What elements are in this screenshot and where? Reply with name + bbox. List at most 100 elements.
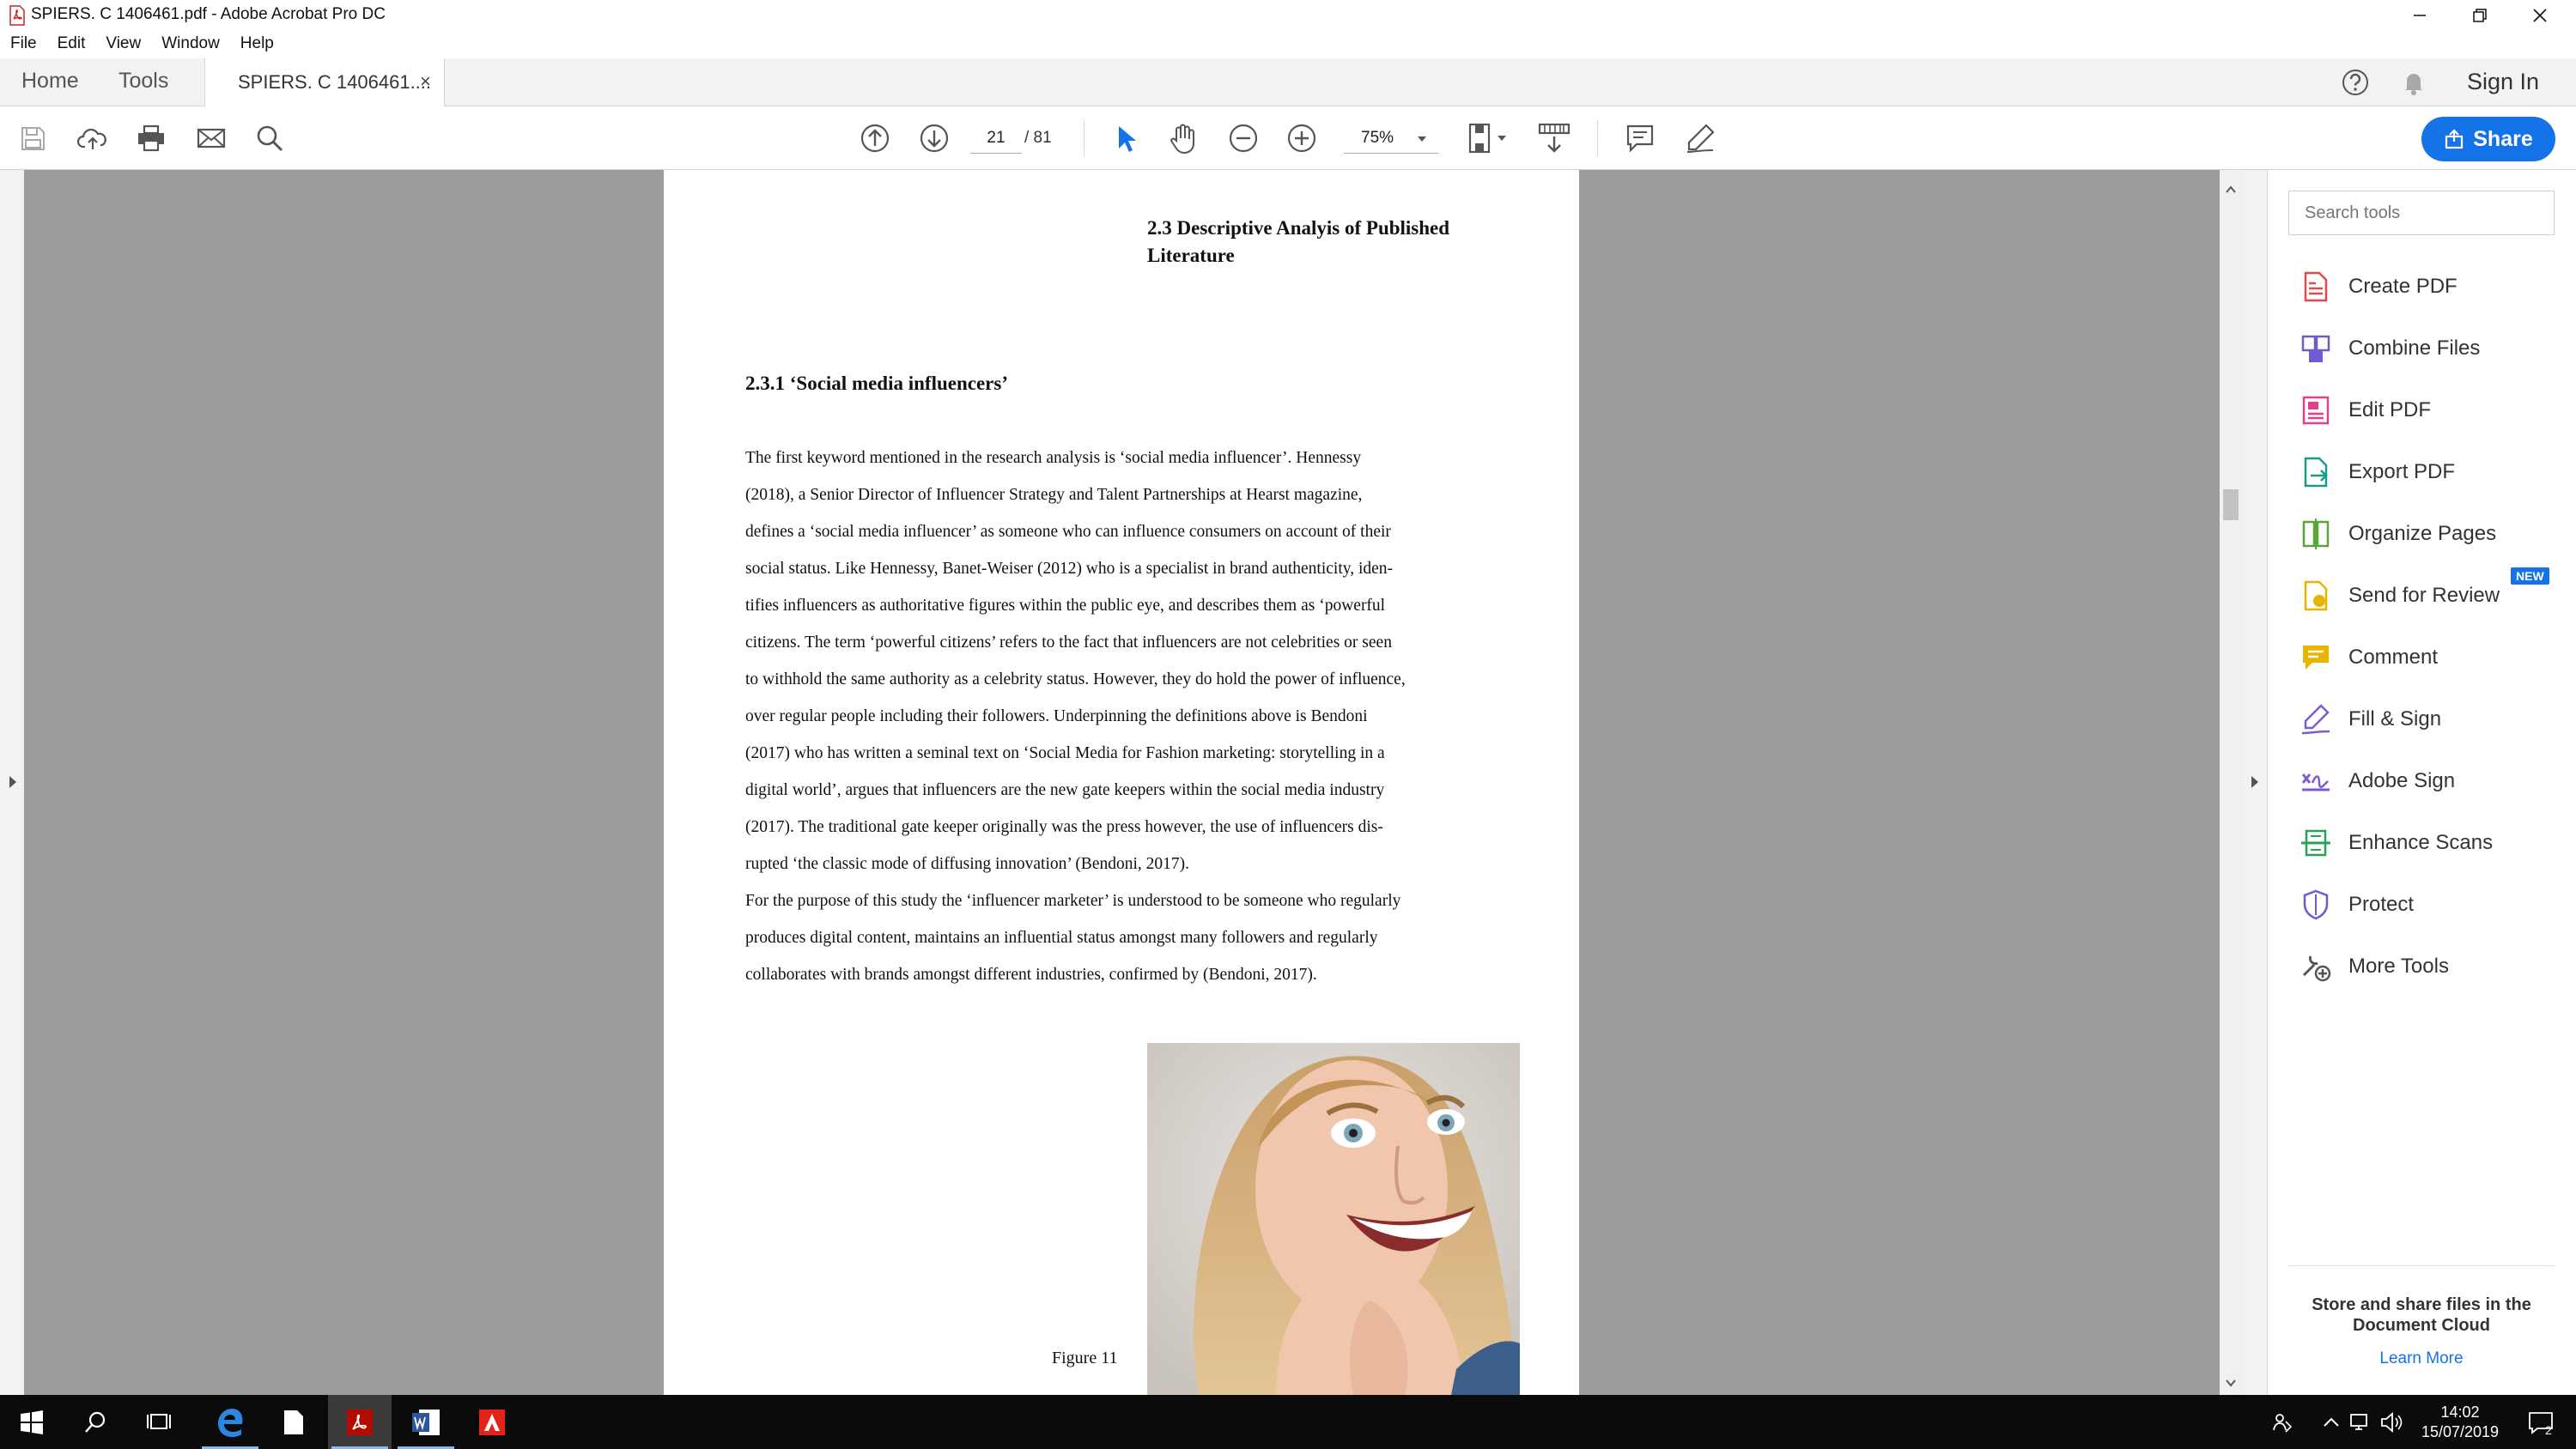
scroll-up-icon[interactable] bbox=[2226, 185, 2236, 194]
taskbar-clock[interactable]: 14:02 15/07/2019 bbox=[2413, 1403, 2507, 1442]
text-line: rupted ‘the classic mode of diffusing in… bbox=[745, 855, 1190, 873]
right-pane-toggle-strip[interactable] bbox=[2242, 170, 2267, 1395]
search-icon[interactable] bbox=[252, 121, 287, 155]
volume-icon[interactable] bbox=[2377, 1395, 2406, 1449]
tool-label: Export PDF bbox=[2348, 460, 2456, 483]
learn-more-link[interactable]: Learn More bbox=[2288, 1349, 2555, 1368]
toolbar-divider bbox=[1597, 120, 1598, 156]
share-icon bbox=[2445, 129, 2464, 149]
next-page-icon[interactable] bbox=[917, 121, 951, 155]
text-line: The first keyword mentioned in the resea… bbox=[745, 449, 1362, 467]
minimize-button[interactable] bbox=[2390, 0, 2450, 31]
close-window-button[interactable] bbox=[2510, 0, 2570, 31]
sign-in-link[interactable]: Sign In bbox=[2467, 69, 2539, 95]
tool-combine-files[interactable]: Combine Files bbox=[2299, 326, 2556, 371]
tool-label: Combine Files bbox=[2348, 336, 2481, 360]
tool-label: Comment bbox=[2348, 646, 2439, 669]
network-icon[interactable] bbox=[2346, 1395, 2375, 1449]
search-tools-input[interactable] bbox=[2288, 191, 2555, 235]
expand-left-panel-icon[interactable] bbox=[8, 774, 18, 790]
cloud-upload-icon[interactable] bbox=[76, 121, 110, 155]
tool-protect[interactable]: Protect bbox=[2299, 882, 2556, 927]
tool-create-pdf[interactable]: Create PDF bbox=[2299, 264, 2556, 309]
notifications-bell-icon[interactable] bbox=[2399, 68, 2428, 97]
restore-button[interactable] bbox=[2450, 0, 2510, 31]
left-panel-collapsed[interactable] bbox=[0, 170, 24, 1395]
text-line: over regular people including their foll… bbox=[745, 707, 1368, 725]
tool-label: Send for Review bbox=[2348, 584, 2500, 607]
acrobat-taskbar-icon[interactable] bbox=[328, 1395, 392, 1449]
text-line: (2017) who has written a seminal text on… bbox=[745, 744, 1385, 762]
previous-page-icon[interactable] bbox=[858, 121, 892, 155]
collapse-right-pane-icon[interactable] bbox=[2250, 774, 2260, 790]
comment-icon bbox=[2303, 646, 2329, 670]
scroll-mode-icon[interactable] bbox=[1537, 121, 1571, 155]
edit-pdf-icon bbox=[2302, 396, 2330, 425]
email-icon[interactable] bbox=[194, 121, 228, 155]
print-icon[interactable] bbox=[134, 121, 168, 155]
send-for-review-icon bbox=[2304, 580, 2328, 611]
tab-home[interactable]: Home bbox=[21, 69, 79, 94]
window-title: SPIERS. C 1406461.pdf - Adobe Acrobat Pr… bbox=[31, 5, 386, 23]
tool-label: Adobe Sign bbox=[2348, 769, 2456, 792]
tool-adobe-sign[interactable]: Adobe Sign bbox=[2299, 759, 2556, 803]
menu-view[interactable]: View bbox=[95, 31, 151, 58]
fill-sign-pen-icon[interactable] bbox=[1683, 121, 1717, 155]
tab-document-label: SPIERS. C 1406461.... bbox=[238, 71, 432, 93]
tab-tools[interactable]: Tools bbox=[118, 69, 168, 94]
zoom-in-icon[interactable] bbox=[1285, 121, 1319, 155]
word-taskbar-icon[interactable] bbox=[394, 1395, 458, 1449]
people-icon[interactable] bbox=[2267, 1395, 2298, 1449]
comment-icon[interactable] bbox=[1623, 121, 1657, 155]
tool-export-pdf[interactable]: Export PDF bbox=[2299, 450, 2556, 494]
pdf-file-icon bbox=[9, 5, 26, 26]
tab-close-button[interactable]: × bbox=[420, 70, 431, 93]
edge-browser-icon[interactable] bbox=[198, 1395, 262, 1449]
scroll-down-icon[interactable] bbox=[2226, 1379, 2236, 1387]
menu-file[interactable]: File bbox=[0, 31, 47, 58]
save-icon[interactable] bbox=[15, 121, 50, 155]
menu-window[interactable]: Window bbox=[151, 31, 230, 58]
tool-organize-pages[interactable]: Organize Pages bbox=[2299, 512, 2556, 556]
text-line: tifies influencers as authoritative figu… bbox=[745, 597, 1386, 615]
hand-tool-icon[interactable] bbox=[1166, 121, 1200, 155]
vertical-scrollbar[interactable] bbox=[2220, 170, 2242, 1395]
text-line: defines a ‘social media influencer’ as s… bbox=[745, 523, 1391, 541]
scrollbar-thumb[interactable] bbox=[2223, 489, 2239, 520]
tool-edit-pdf[interactable]: Edit PDF bbox=[2299, 388, 2556, 433]
tool-enhance-scans[interactable]: Enhance Scans bbox=[2299, 821, 2556, 865]
tool-comment[interactable]: Comment bbox=[2299, 635, 2556, 680]
adobe-app-taskbar-icon[interactable] bbox=[460, 1395, 524, 1449]
menu-edit[interactable]: Edit bbox=[47, 31, 96, 58]
document-viewport[interactable]: 2.3 Descriptive Analyis of Published Lit… bbox=[0, 170, 2267, 1395]
show-hidden-icons-chevron-icon[interactable] bbox=[2318, 1395, 2344, 1449]
notification-count: 2 bbox=[2545, 1423, 2552, 1437]
select-cursor-icon[interactable] bbox=[1108, 121, 1142, 155]
subsection-heading: 2.3.1 ‘Social media influencers’ bbox=[745, 373, 1008, 394]
task-view-icon[interactable] bbox=[127, 1395, 191, 1449]
tool-fill-sign[interactable]: Fill & Sign bbox=[2299, 697, 2556, 742]
text-line: collaborates with brands amongst differe… bbox=[745, 966, 1317, 984]
tool-more-tools[interactable]: More Tools bbox=[2299, 944, 2556, 989]
zoom-level-select[interactable]: 75% bbox=[1344, 124, 1438, 154]
file-explorer-icon[interactable] bbox=[262, 1395, 325, 1449]
zoom-out-icon[interactable] bbox=[1226, 121, 1261, 155]
text-line: (2018), a Senior Director of Influencer … bbox=[745, 486, 1363, 504]
tab-bar: Home Tools SPIERS. C 1406461.... × Sign … bbox=[0, 58, 2576, 106]
text-line: digital world’, argues that influencers … bbox=[745, 781, 1385, 799]
action-center-icon[interactable]: 2 bbox=[2520, 1395, 2563, 1449]
windows-start-icon[interactable] bbox=[0, 1395, 64, 1449]
chevron-down-icon bbox=[1418, 136, 1426, 142]
tab-document[interactable]: SPIERS. C 1406461.... × bbox=[204, 58, 445, 106]
page-display-icon[interactable] bbox=[1463, 121, 1515, 155]
pane-divider bbox=[2288, 1265, 2555, 1266]
text-line: produces digital content, maintains an i… bbox=[745, 929, 1378, 947]
share-button[interactable]: Share bbox=[2421, 117, 2555, 161]
taskbar-search-icon[interactable] bbox=[64, 1395, 127, 1449]
body-paragraph: The first keyword mentioned in the resea… bbox=[745, 440, 1484, 993]
page-number-input[interactable]: 21 bbox=[970, 124, 1022, 154]
menu-help[interactable]: Help bbox=[230, 31, 284, 58]
tool-label: Organize Pages bbox=[2348, 522, 2497, 545]
help-icon[interactable] bbox=[2341, 68, 2370, 97]
document-cloud-promo: Store and share files in the Document Cl… bbox=[2312, 1295, 2531, 1335]
